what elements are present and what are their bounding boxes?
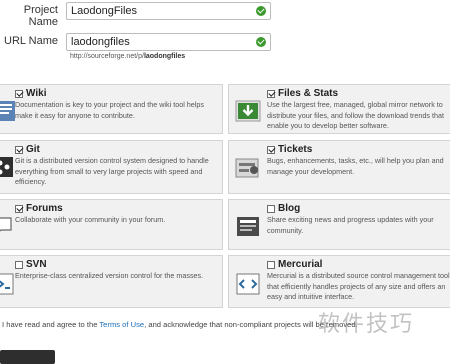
wiki-checkbox[interactable] xyxy=(15,90,23,98)
feature-title-tickets: Tickets xyxy=(278,144,313,155)
blog-icon xyxy=(237,217,259,236)
feature-desc-tickets: Bugs, enhancements, tasks, etc., will he… xyxy=(267,156,444,176)
url-name-input[interactable]: laodongfiles xyxy=(66,33,271,51)
svn-checkbox[interactable] xyxy=(15,261,23,269)
terms-of-use-link[interactable]: Terms of Use xyxy=(99,320,144,329)
feature-desc-mercurial: Mercurial is a distributed source contro… xyxy=(267,271,450,301)
feature-desc-forums: Collaborate with your community in your … xyxy=(15,215,166,224)
download-icon xyxy=(235,100,261,122)
feature-title-svn: SVN xyxy=(26,259,47,270)
feature-desc-wiki: Documentation is key to your project and… xyxy=(15,100,204,120)
files-stats-checkbox[interactable] xyxy=(267,90,275,98)
valid-check-icon xyxy=(256,37,266,47)
feature-title-forums: Forums xyxy=(26,203,63,214)
tickets-icon xyxy=(235,158,259,178)
feature-card-wiki[interactable]: Wiki Documentation is key to your projec… xyxy=(0,84,223,134)
url-name-label: URL Name xyxy=(4,35,58,47)
terms-prefix: I have read and agree to the xyxy=(2,320,100,329)
url-hint: http://sourceforge.net/p/laodongfiles xyxy=(70,53,185,60)
feature-desc-files-stats: Use the largest free, managed, global mi… xyxy=(267,100,444,130)
terms-agreement: I have read and agree to the Terms of Us… xyxy=(2,320,358,329)
blog-checkbox[interactable] xyxy=(267,205,275,213)
create-button[interactable] xyxy=(0,350,55,364)
mercurial-checkbox[interactable] xyxy=(267,261,275,269)
feature-desc-svn: Enterprise-class centralized version con… xyxy=(15,271,204,280)
feature-card-git[interactable]: Git Git is a distributed version control… xyxy=(0,140,223,194)
tickets-checkbox[interactable] xyxy=(267,146,275,154)
feature-card-forums[interactable]: Forums Collaborate with your community i… xyxy=(0,199,223,250)
feature-title-wiki: Wiki xyxy=(26,88,47,99)
url-hint-prefix: http://sourceforge.net/p/ xyxy=(70,53,144,60)
feature-desc-git: Git is a distributed version control sys… xyxy=(15,156,209,186)
feature-card-tickets[interactable]: Tickets Bugs, enhancements, tasks, etc.,… xyxy=(228,140,450,194)
feature-title-files-stats: Files & Stats xyxy=(278,88,339,99)
feature-card-svn[interactable]: SVN Enterprise-class centralized version… xyxy=(0,255,223,308)
feature-title-mercurial: Mercurial xyxy=(278,259,323,270)
feature-title-git: Git xyxy=(26,144,40,155)
forums-checkbox[interactable] xyxy=(15,205,23,213)
feature-card-mercurial[interactable]: Mercurial Mercurial is a distributed sou… xyxy=(228,255,450,308)
mercurial-icon xyxy=(236,273,260,295)
feature-card-files[interactable]: Files & Stats Use the largest free, mana… xyxy=(228,84,450,134)
project-name-label: Project Name xyxy=(23,4,58,28)
watermark: 软件技巧 xyxy=(318,312,415,337)
feature-desc-blog: Share exciting news and progress updates… xyxy=(267,215,434,235)
project-name-input[interactable]: LaodongFiles xyxy=(66,2,271,20)
git-checkbox[interactable] xyxy=(15,146,23,154)
feature-title-blog: Blog xyxy=(278,203,301,214)
feature-card-blog[interactable]: Blog Share exciting news and progress up… xyxy=(228,199,450,250)
url-hint-slug: laodongfiles xyxy=(143,53,186,60)
valid-check-icon xyxy=(256,6,266,16)
